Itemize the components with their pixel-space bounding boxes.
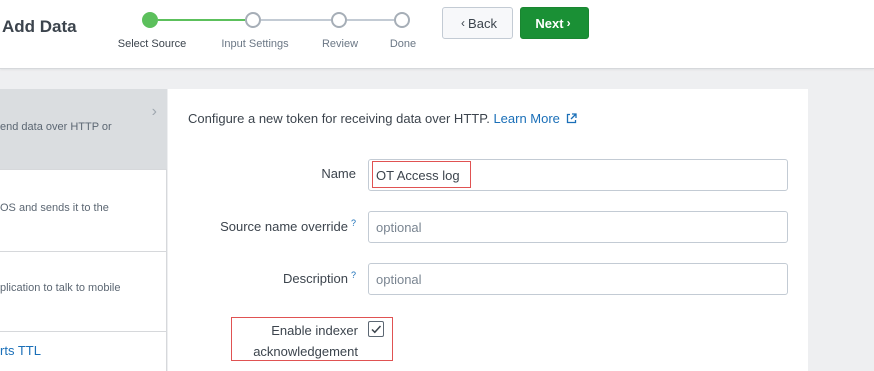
back-button-label: Back	[468, 15, 497, 31]
step-connector	[261, 19, 331, 21]
header-bar: Add Data Select Source Input Settings Re…	[0, 0, 874, 69]
name-label-text: Name	[321, 166, 356, 181]
intro-description: Configure a new token for receiving data…	[188, 111, 490, 126]
learn-more-label: Learn More	[493, 111, 560, 126]
chevron-right-icon: ›	[566, 16, 571, 30]
help-icon[interactable]: ?	[351, 218, 356, 228]
chevron-left-icon: ‹	[461, 16, 466, 30]
highlight-indexer-ack	[231, 317, 393, 361]
source-list: end data over HTTP or › OS and sends it …	[0, 89, 167, 371]
chevron-right-icon: ›	[151, 103, 157, 120]
token-form-panel: Configure a new token for receiving data…	[168, 89, 808, 371]
step-dot-input-settings	[245, 12, 261, 28]
source-item-link[interactable]: rts TTL	[0, 343, 41, 358]
source-label-text: Source name override	[220, 219, 348, 234]
step-dot-done	[394, 12, 410, 28]
step-connector	[347, 19, 394, 21]
page: Add Data Select Source Input Settings Re…	[0, 0, 874, 371]
learn-more-link[interactable]: Learn More	[493, 111, 577, 126]
step-dot-select-source	[142, 12, 158, 28]
description-label-text: Description	[282, 271, 348, 286]
step-label-select-source: Select Source	[117, 38, 187, 50]
name-label: Name	[321, 166, 356, 181]
source-item-http[interactable]: end data over HTTP or ›	[0, 89, 167, 170]
description-label: Description?	[283, 270, 356, 286]
source-item[interactable]: OS and sends it to the	[0, 170, 167, 252]
step-label-review: Review	[321, 38, 359, 50]
page-title: Add Data	[2, 17, 77, 36]
external-link-icon	[566, 113, 577, 124]
source-name-override-input[interactable]	[368, 211, 788, 243]
source-item-description: OS and sends it to the	[0, 202, 109, 214]
next-button[interactable]: Next ›	[520, 7, 589, 39]
back-button[interactable]: ‹ Back	[442, 7, 513, 39]
highlight-name	[372, 161, 471, 188]
step-dot-review	[331, 12, 347, 28]
source-item-description: plication to talk to mobile	[0, 282, 121, 294]
source-item[interactable]: plication to talk to mobile	[0, 252, 167, 332]
help-icon[interactable]: ?	[351, 270, 356, 280]
description-input[interactable]	[368, 263, 788, 295]
step-label-input-settings: Input Settings	[221, 38, 289, 50]
step-connector	[158, 19, 245, 21]
source-name-override-label: Source name override?	[220, 218, 356, 234]
intro-text: Configure a new token for receiving data…	[188, 111, 577, 126]
next-button-label: Next	[535, 15, 564, 31]
source-item-description: end data over HTTP or	[0, 121, 112, 133]
step-label-done: Done	[389, 38, 417, 50]
